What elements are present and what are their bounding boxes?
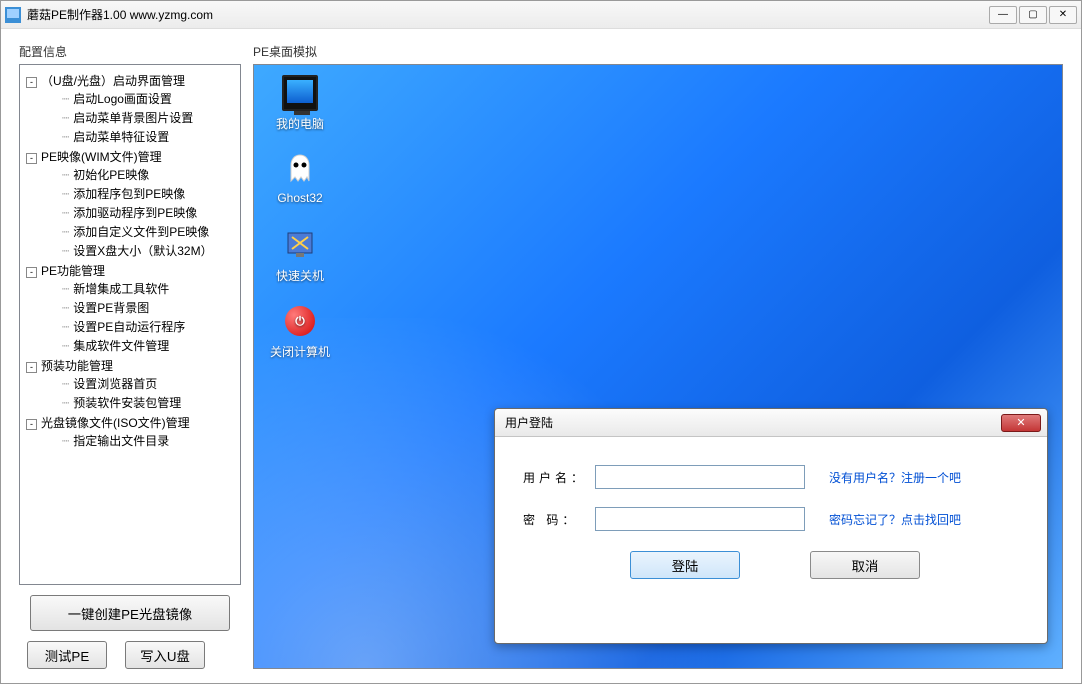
- tree-item[interactable]: 启动菜单背景图片设置: [62, 108, 234, 127]
- username-label: 用户名：: [523, 469, 595, 486]
- tree-item-label: 集成软件文件管理: [73, 339, 169, 353]
- tree-item[interactable]: 新增集成工具软件: [62, 279, 234, 298]
- left-column: 配置信息 -（U盘/光盘）启动界面管理启动Logo画面设置启动菜单背景图片设置启…: [19, 43, 241, 669]
- desktop-panel-label: PE桌面模拟: [253, 43, 1063, 60]
- create-iso-button[interactable]: 一键创建PE光盘镜像: [30, 595, 230, 631]
- desktop-icon-label: Ghost32: [268, 191, 332, 205]
- tree-item[interactable]: 预装软件安装包管理: [62, 393, 234, 412]
- collapse-toggle[interactable]: -: [26, 153, 37, 164]
- app-window: 蘑菇PE制作器1.00 www.yzmg.com — ▢ ✕ 配置信息 -（U盘…: [0, 0, 1082, 684]
- dialog-titlebar[interactable]: 用户登陆 ✕: [495, 409, 1047, 437]
- left-buttons: 一键创建PE光盘镜像 测试PE 写入U盘: [19, 595, 241, 669]
- tree-item-label: 添加驱动程序到PE映像: [73, 206, 197, 220]
- config-tree[interactable]: -（U盘/光盘）启动界面管理启动Logo画面设置启动菜单背景图片设置启动菜单特征…: [19, 64, 241, 585]
- cancel-button[interactable]: 取消: [810, 551, 920, 579]
- quick-shutdown-icon: [282, 227, 318, 263]
- dialog-title: 用户登陆: [505, 414, 1001, 431]
- tree-group[interactable]: -光盘镜像文件(ISO文件)管理: [26, 414, 234, 431]
- window-controls: — ▢ ✕: [989, 6, 1077, 24]
- tree-item[interactable]: 初始化PE映像: [62, 165, 234, 184]
- window-title: 蘑菇PE制作器1.00 www.yzmg.com: [27, 6, 989, 23]
- tree-item-label: 设置PE背景图: [73, 301, 149, 315]
- tree-item-label: 设置PE自动运行程序: [73, 320, 185, 334]
- collapse-toggle[interactable]: -: [26, 419, 37, 430]
- tree-item-label: 启动菜单特征设置: [73, 130, 169, 144]
- tree-item[interactable]: 添加自定义文件到PE映像: [62, 222, 234, 241]
- password-label: 密 码：: [523, 511, 595, 528]
- tree-item[interactable]: 启动Logo画面设置: [62, 89, 234, 108]
- tree-item-label: 添加自定义文件到PE映像: [73, 225, 209, 239]
- tree-group-label[interactable]: PE映像(WIM文件)管理: [41, 150, 162, 164]
- tree-item[interactable]: 添加程序包到PE映像: [62, 184, 234, 203]
- tree-group[interactable]: -预装功能管理: [26, 357, 234, 374]
- collapse-toggle[interactable]: -: [26, 362, 37, 373]
- collapse-toggle[interactable]: -: [26, 77, 37, 88]
- register-link[interactable]: 没有用户名？注册一个吧: [829, 469, 961, 486]
- tree-group-label[interactable]: （U盘/光盘）启动界面管理: [41, 74, 185, 88]
- dialog-close-button[interactable]: ✕: [1001, 414, 1041, 432]
- dialog-body: 用户名： 没有用户名？注册一个吧 密 码： 密码忘记了？点击找回吧 登陆 取消: [495, 437, 1047, 591]
- tree-item-label: 添加程序包到PE映像: [73, 187, 185, 201]
- app-icon: [5, 7, 21, 23]
- desktop-icon-label: 关闭计算机: [268, 343, 332, 360]
- config-panel-label: 配置信息: [19, 43, 241, 60]
- tree-item-label: 新增集成工具软件: [73, 282, 169, 296]
- ghost-icon: [282, 151, 318, 187]
- tree-item[interactable]: 设置PE自动运行程序: [62, 317, 234, 336]
- desktop-icon-my-computer[interactable]: 我的电脑: [268, 75, 332, 132]
- desktop-icon-label: 我的电脑: [268, 115, 332, 132]
- password-input[interactable]: [595, 507, 805, 531]
- desktop-icon-power-off[interactable]: ⏻ 关闭计算机: [268, 303, 332, 360]
- forgot-password-link[interactable]: 密码忘记了？点击找回吧: [829, 511, 961, 528]
- tree-item[interactable]: 设置X盘大小（默认32M）: [62, 241, 234, 260]
- tree-group[interactable]: -PE功能管理: [26, 262, 234, 279]
- tree-group[interactable]: -PE映像(WIM文件)管理: [26, 148, 234, 165]
- collapse-toggle[interactable]: -: [26, 267, 37, 278]
- tree-item-label: 初始化PE映像: [73, 168, 149, 182]
- tree-item[interactable]: 集成软件文件管理: [62, 336, 234, 355]
- tree-item-label: 指定输出文件目录: [73, 434, 169, 448]
- tree-item-label: 设置浏览器首页: [73, 377, 157, 391]
- write-usb-button[interactable]: 写入U盘: [125, 641, 205, 669]
- tree-group-label[interactable]: 光盘镜像文件(ISO文件)管理: [41, 416, 190, 430]
- power-icon: ⏻: [282, 303, 318, 339]
- tree-item-label: 设置X盘大小（默认32M）: [73, 244, 212, 258]
- desktop-icon-label: 快速关机: [268, 267, 332, 284]
- tree-group-label[interactable]: 预装功能管理: [41, 359, 113, 373]
- tree-item-label: 预装软件安装包管理: [73, 396, 181, 410]
- tree-group-label[interactable]: PE功能管理: [41, 264, 105, 278]
- desktop-icon-ghost32[interactable]: Ghost32: [268, 151, 332, 205]
- test-pe-button[interactable]: 测试PE: [27, 641, 107, 669]
- minimize-button[interactable]: —: [989, 6, 1017, 24]
- tree-item[interactable]: 设置PE背景图: [62, 298, 234, 317]
- login-dialog: 用户登陆 ✕ 用户名： 没有用户名？注册一个吧 密 码： 密码忘记了？点击找回吧…: [494, 408, 1048, 644]
- username-input[interactable]: [595, 465, 805, 489]
- tree-item[interactable]: 设置浏览器首页: [62, 374, 234, 393]
- close-button[interactable]: ✕: [1049, 6, 1077, 24]
- titlebar[interactable]: 蘑菇PE制作器1.00 www.yzmg.com — ▢ ✕: [1, 1, 1081, 29]
- tree-item[interactable]: 启动菜单特征设置: [62, 127, 234, 146]
- monitor-icon: [282, 75, 318, 111]
- maximize-button[interactable]: ▢: [1019, 6, 1047, 24]
- desktop-icon-quick-shutdown[interactable]: 快速关机: [268, 227, 332, 284]
- tree-item-label: 启动菜单背景图片设置: [73, 111, 193, 125]
- login-button[interactable]: 登陆: [630, 551, 740, 579]
- tree-group[interactable]: -（U盘/光盘）启动界面管理: [26, 72, 234, 89]
- tree-item[interactable]: 添加驱动程序到PE映像: [62, 203, 234, 222]
- tree-item-label: 启动Logo画面设置: [73, 92, 172, 106]
- tree-item[interactable]: 指定输出文件目录: [62, 431, 234, 450]
